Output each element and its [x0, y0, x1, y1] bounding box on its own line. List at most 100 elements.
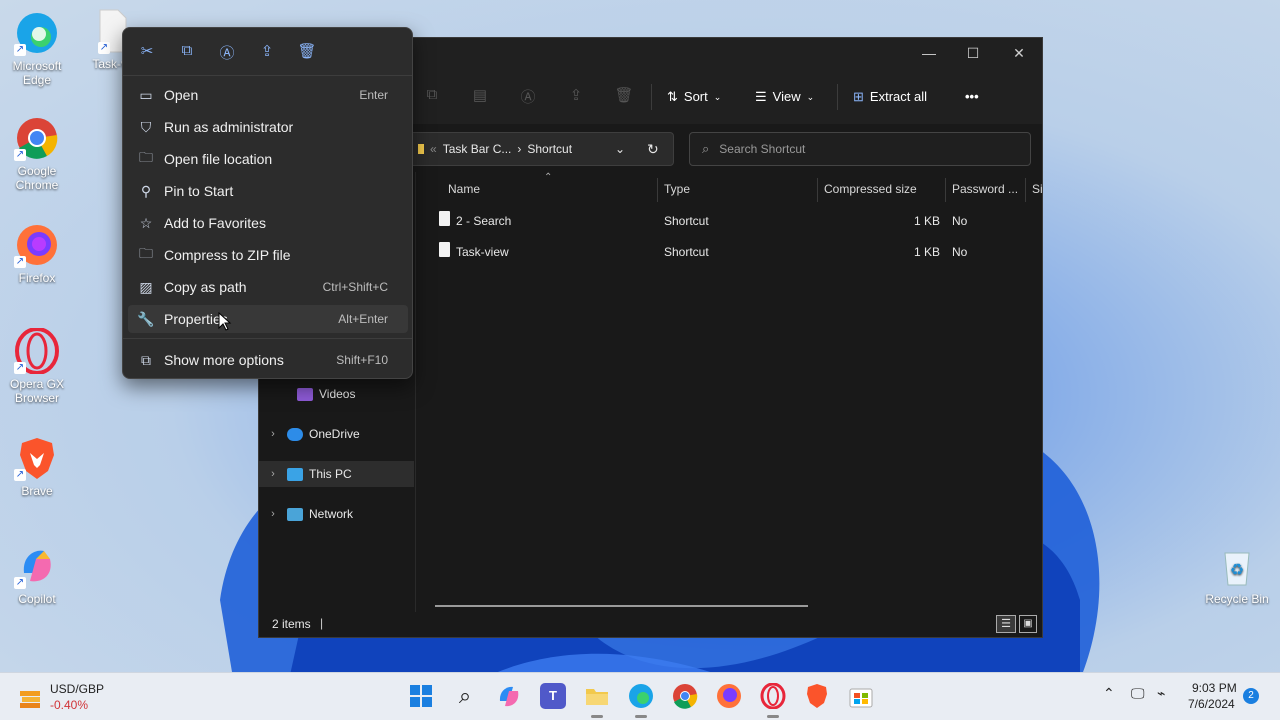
search-box[interactable]: ⌕ [689, 132, 1031, 166]
delete-icon[interactable]: 🗑 [297, 42, 317, 62]
column-divider[interactable] [945, 178, 946, 202]
extract-icon: ⊞ [853, 89, 864, 104]
nav-item-onedrive[interactable]: › OneDrive [259, 421, 414, 447]
edge-icon[interactable] [628, 683, 654, 709]
clock-date[interactable]: 7/6/2024 [1188, 697, 1235, 711]
nav-item-videos[interactable]: Videos [259, 381, 414, 407]
copy-icon[interactable]: ⧉ [177, 42, 197, 62]
refresh-icon[interactable]: ↻ [647, 141, 659, 158]
status-bar: 2 items | ☰ ▣ [259, 611, 1042, 637]
column-name[interactable]: Name [448, 182, 480, 196]
menu-label: Pin to Start [164, 183, 234, 199]
firefox-icon[interactable] [716, 683, 742, 709]
file-row[interactable]: 2 - Search Shortcut 1 KB No [414, 206, 1042, 236]
desktop-icon-edge[interactable]: ↗ Microsoft Edge [2, 10, 72, 87]
copilot-icon[interactable] [496, 683, 522, 709]
address-bar[interactable]: « Task Bar C... › Shortcut ⌄ ↻ [409, 132, 674, 166]
rename-icon[interactable]: Ⓐ [517, 86, 539, 108]
sort-icon: ⇅ [667, 89, 678, 104]
file-size: 1 KB [914, 214, 941, 228]
cut-icon[interactable]: ✂ [137, 42, 157, 62]
sort-button[interactable]: ⇅ Sort ⌄ [667, 85, 721, 109]
desktop-icon-recycle-bin[interactable]: ♻ Recycle Bin [1202, 543, 1272, 606]
microsoft-store-icon[interactable] [848, 683, 874, 709]
paste-icon[interactable]: ▤ [469, 86, 491, 108]
menu-item-pin-to-start[interactable]: ⚲ Pin to Start [128, 177, 408, 205]
folder-icon [418, 144, 424, 154]
file-password: No [952, 245, 968, 259]
nav-item-this-pc[interactable]: › This PC [259, 461, 414, 487]
file-row[interactable]: Task-view Shortcut 1 KB No [414, 237, 1042, 267]
chevron-up-icon[interactable]: ⌃ [1103, 685, 1115, 702]
clock-time[interactable]: 9:03 PM [1192, 681, 1237, 695]
column-password[interactable]: Password ... [952, 182, 1018, 196]
file-size: 1 KB [914, 245, 941, 259]
desktop-icon-label: Google Chrome [15, 164, 59, 192]
menu-label: Copy as path [164, 279, 247, 295]
more-options-button[interactable]: ••• [965, 85, 979, 109]
menu-item-copy-as-path[interactable]: ▨ Copy as path Ctrl+Shift+C [128, 273, 408, 301]
column-divider[interactable] [1025, 178, 1026, 202]
desktop-icon-firefox[interactable]: ↗ Firefox [2, 222, 72, 285]
copy-icon[interactable]: ⧉ [421, 86, 443, 108]
desktop-icon-opera-gx[interactable]: ↗ Opera GX Browser [2, 327, 72, 405]
menu-item-run-as-administrator[interactable]: ⛉ Run as administrator [128, 113, 408, 141]
breadcrumb-overflow-icon[interactable]: « [430, 142, 437, 156]
desktop-icon-copilot[interactable]: ↗ Copilot [2, 543, 72, 606]
search-input[interactable] [719, 142, 1000, 156]
folder-icon: 🗀 [139, 149, 153, 165]
share-icon[interactable]: ⇪ [257, 42, 277, 62]
chrome-icon[interactable] [672, 683, 698, 709]
file-explorer-icon[interactable] [584, 683, 610, 709]
delete-icon[interactable]: 🗑 [613, 86, 635, 108]
menu-item-compress-to-zip[interactable]: 🗀 Compress to ZIP file [128, 241, 408, 269]
view-button[interactable]: ☰ View ⌄ [755, 85, 814, 109]
breadcrumb-parent[interactable]: Task Bar C... [443, 142, 512, 156]
breadcrumb-current[interactable]: Shortcut [527, 142, 572, 156]
view-label: View [772, 89, 801, 104]
chevron-right-icon[interactable]: › [259, 508, 287, 520]
menu-item-show-more-options[interactable]: ⧉ Show more options Shift+F10 [128, 346, 408, 374]
onedrive-icon [287, 427, 303, 441]
column-size[interactable]: Si [1032, 182, 1043, 196]
menu-item-open-file-location[interactable]: 🗀 Open file location [128, 145, 408, 173]
nav-item-network[interactable]: › Network [259, 501, 414, 527]
maximize-button[interactable]: ☐ [963, 44, 983, 62]
column-divider[interactable] [817, 178, 818, 202]
rename-icon[interactable]: Ⓐ [217, 42, 237, 62]
menu-item-properties[interactable]: 🔧 Properties Alt+Enter [128, 305, 408, 333]
notification-badge[interactable]: 2 [1243, 688, 1259, 704]
column-divider[interactable] [657, 178, 658, 202]
teams-icon[interactable]: T [540, 683, 566, 709]
search-icon: ⌕ [702, 141, 710, 156]
start-button[interactable] [408, 683, 434, 709]
recycle-bin-icon: ♻ [1214, 543, 1260, 589]
monitor-icon[interactable]: 🖵 [1131, 685, 1145, 702]
chevron-right-icon[interactable]: › [259, 468, 287, 480]
tiles-view-icon[interactable]: ▣ [1019, 615, 1037, 633]
minimize-button[interactable]: — [919, 44, 939, 62]
network-icon [287, 507, 303, 521]
menu-item-add-to-favorites[interactable]: ☆ Add to Favorites [128, 209, 408, 237]
extract-all-button[interactable]: ⊞ Extract all [853, 85, 927, 109]
horizontal-scrollbar[interactable] [435, 605, 808, 607]
details-view-icon[interactable]: ☰ [996, 615, 1016, 633]
opera-gx-icon[interactable] [760, 682, 786, 710]
column-compressed-size[interactable]: Compressed size [824, 182, 917, 196]
share-icon[interactable]: ⇪ [565, 86, 587, 108]
column-type[interactable]: Type [664, 182, 690, 196]
desktop-icon-chrome[interactable]: ↗ Google Chrome [2, 115, 72, 192]
search-icon[interactable]: ⌕ [452, 683, 478, 709]
address-dropdown-icon[interactable]: ⌄ [615, 142, 625, 156]
network-status-icon[interactable]: ⌁ [1157, 685, 1165, 702]
currency-widget-icon [20, 691, 40, 708]
running-indicator [635, 715, 647, 718]
nav-label: OneDrive [309, 427, 360, 441]
widget-button[interactable]: USD/GBP -0.40% [14, 679, 114, 715]
chevron-right-icon[interactable]: › [259, 428, 287, 440]
menu-item-open[interactable]: ▭ Open Enter [128, 81, 408, 109]
file-icon [439, 242, 450, 257]
close-button[interactable]: ✕ [1009, 44, 1029, 62]
desktop-icon-brave[interactable]: ↗ Brave [2, 435, 72, 498]
brave-icon[interactable] [804, 683, 830, 709]
